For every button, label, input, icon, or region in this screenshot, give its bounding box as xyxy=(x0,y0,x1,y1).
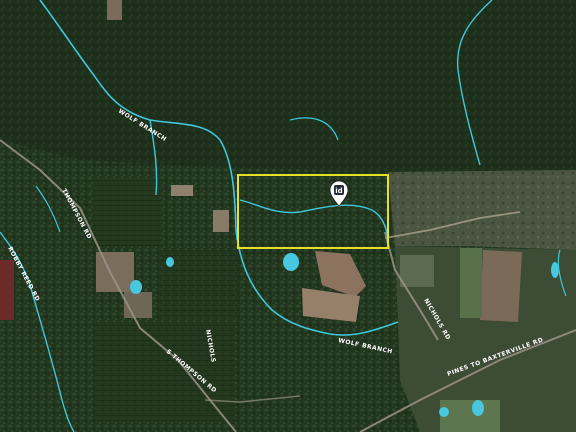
map-canvas[interactable]: WOLF BRANCH WOLF BRANCH THOMPSON RD ROBB… xyxy=(0,0,576,432)
pasture xyxy=(440,400,500,432)
field xyxy=(213,210,229,232)
cleared-land xyxy=(388,170,576,250)
field xyxy=(480,250,522,322)
pine-stand xyxy=(92,178,162,246)
field xyxy=(107,0,122,20)
marker-text: id xyxy=(335,187,342,195)
pond xyxy=(166,257,174,267)
red-field xyxy=(0,260,14,320)
north-forest xyxy=(0,0,576,172)
pasture xyxy=(460,248,482,318)
pond xyxy=(439,407,449,417)
pine-stand xyxy=(95,322,235,422)
pond xyxy=(283,253,299,271)
pond xyxy=(472,400,484,416)
field xyxy=(96,252,134,292)
pond xyxy=(130,280,142,294)
pasture xyxy=(400,255,434,287)
field xyxy=(171,185,193,196)
satellite-map[interactable]: WOLF BRANCH WOLF BRANCH THOMPSON RD ROBB… xyxy=(0,0,576,432)
